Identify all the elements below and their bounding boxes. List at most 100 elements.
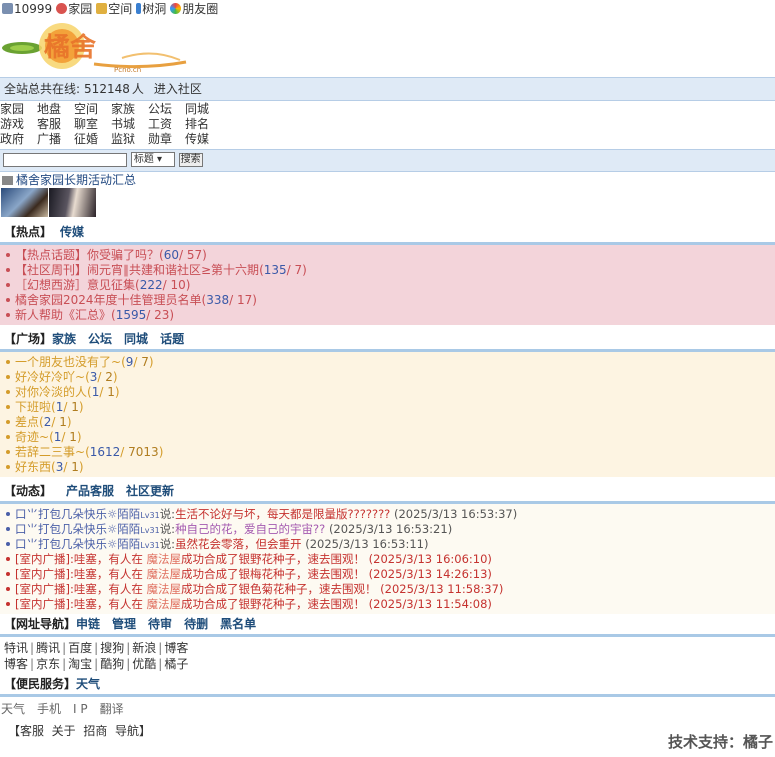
list-item[interactable]: 奇迹~(1/ 1)	[6, 430, 775, 445]
activity-link[interactable]: 橘舍家园长期活动汇总	[16, 173, 136, 187]
top-link-space[interactable]: 空间	[96, 2, 134, 16]
list-item[interactable]: 新人帮助《汇总》(1595/ 23)	[6, 308, 775, 323]
tab-service[interactable]: 【便民服务】	[4, 677, 76, 691]
service-link[interactable]: 天气	[1, 702, 25, 716]
nav-link[interactable]: 书城	[111, 117, 148, 132]
url-link[interactable]: 淘宝	[68, 657, 92, 671]
url-links: 特讯 | 腾讯 | 百度 | 搜狗 | 新浪 | 博客 博客 | 京东 | 淘宝 | 酷狗 | 优酷 | 橘子	[0, 640, 775, 672]
nav-link[interactable]: 家族	[111, 102, 148, 117]
tab-forum[interactable]: 公坛	[88, 332, 112, 346]
tab-product-service[interactable]: 产品客服	[66, 484, 114, 498]
url-link[interactable]: 优酷	[132, 657, 156, 671]
search-type-select[interactable]: 标题 ▾	[130, 152, 175, 167]
url-link[interactable]: 特讯	[4, 641, 28, 655]
enter-community-link[interactable]: 进入社区	[154, 82, 202, 96]
tab-media[interactable]: 传媒	[60, 225, 84, 239]
photo-thumbnails	[0, 188, 775, 218]
search-input[interactable]	[3, 153, 127, 167]
tab-community-update[interactable]: 社区更新	[126, 484, 174, 498]
url-link[interactable]: 酷狗	[100, 657, 124, 671]
divider	[0, 634, 775, 637]
service-link[interactable]: I P	[73, 702, 88, 716]
feed-post[interactable]: 口⺌打包几朵快乐☼陌陌Lv31说:种自己的花，爱自己的宇宙?? (2025/3/…	[6, 522, 775, 537]
list-item[interactable]: 好冷好冷吖~(3/ 2)	[6, 370, 775, 385]
home-icon	[56, 3, 68, 14]
tab-blacklist[interactable]: 黑名单	[220, 617, 256, 631]
url-link[interactable]: 新浪	[132, 641, 156, 655]
nav-link[interactable]: 传媒	[185, 132, 222, 147]
nav-link[interactable]: 广播	[37, 132, 74, 147]
nav-row: 家园 地盘 空间 家族 公坛 同城	[0, 102, 775, 117]
service-link[interactable]: 手机	[37, 702, 61, 716]
list-item[interactable]: 【热点话题】你受骗了吗？(60/ 57)	[6, 248, 775, 263]
tab-url-nav[interactable]: 【网址导航】	[4, 617, 76, 631]
top-link-treehole[interactable]: 树洞	[136, 2, 168, 16]
nav-link[interactable]: 同城	[185, 102, 222, 117]
broadcast-item[interactable]: [室内广播]:哇塞，有人在 魔法屋成功合成了银野花种子，速去围观！ (2025/…	[6, 552, 775, 567]
broadcast-item[interactable]: [室内广播]:哇塞，有人在 魔法屋成功合成了银野花种子，速去围观！ (2025/…	[6, 597, 775, 612]
tab-to-delete[interactable]: 待删	[184, 617, 208, 631]
url-link[interactable]: 百度	[68, 641, 92, 655]
online-status-bar: 全站总共在线: 512148 人进入社区	[0, 77, 775, 101]
list-item[interactable]: 一个朋友也没有了~(9/ 7)	[6, 355, 775, 370]
list-item[interactable]: 对你冷淡的人(1/ 1)	[6, 385, 775, 400]
broadcast-item[interactable]: [室内广播]:哇塞，有人在 魔法屋成功合成了银梅花种子，速去围观！ (2025/…	[6, 567, 775, 582]
list-item[interactable]: 下班啦(1/ 1)	[6, 400, 775, 415]
url-link[interactable]: 京东	[36, 657, 60, 671]
list-item[interactable]: 好东西(3/ 1)	[6, 460, 775, 475]
url-link[interactable]: 博客	[4, 657, 28, 671]
url-link[interactable]: 腾讯	[36, 641, 60, 655]
tab-city[interactable]: 同城	[124, 332, 148, 346]
nav-link[interactable]: 游戏	[0, 117, 37, 132]
list-item[interactable]: 若辞二三事~(1612/ 7013)	[6, 445, 775, 460]
nav-link[interactable]: 客服	[37, 117, 74, 132]
top-link-count[interactable]: 10999	[2, 2, 54, 16]
feed-post[interactable]: 口⺌打包几朵快乐☼陌陌Lv31说:虽然花会零落，但会重开 (2025/3/13 …	[6, 537, 775, 552]
url-link[interactable]: 博客	[164, 641, 188, 655]
footer-link[interactable]: 导航】	[115, 724, 151, 738]
photo-thumbnail[interactable]	[49, 188, 96, 217]
list-item[interactable]: 【社区周刊】闹元宵∥共建和谐社区≥第十六期(135/ 7)	[6, 263, 775, 278]
online-count: 512148	[84, 82, 130, 96]
tab-manage[interactable]: 管理	[112, 617, 136, 631]
photo-thumbnail[interactable]	[1, 188, 48, 217]
top-link-friends[interactable]: 朋友圈	[170, 2, 220, 16]
nav-link[interactable]: 监狱	[111, 132, 148, 147]
feed-post[interactable]: 口⺌打包几朵快乐☼陌陌Lv31说:生活不论好与坏，每天都是限量版??????? …	[6, 507, 775, 522]
list-item[interactable]: 差点(2/ 1)	[6, 415, 775, 430]
nav-link[interactable]: 排名	[185, 117, 222, 132]
top-bar: 10999 家园 空间 树洞 朋友圈	[0, 0, 775, 18]
nav-link[interactable]: 空间	[74, 102, 111, 117]
nav-link[interactable]: 地盘	[37, 102, 74, 117]
nav-link[interactable]: 征婚	[74, 132, 111, 147]
top-link-home[interactable]: 家园	[56, 2, 94, 16]
tab-hot[interactable]: 【热点】	[4, 225, 52, 239]
broadcast-item[interactable]: [室内广播]:哇塞，有人在 魔法屋成功合成了银色菊花种子，速去围观！ (2025…	[6, 582, 775, 597]
footer-link[interactable]: 【客服	[8, 724, 44, 738]
footer-link[interactable]: 关于	[52, 724, 76, 738]
service-link[interactable]: 翻译	[100, 702, 124, 716]
nav-link[interactable]: 工资	[148, 117, 185, 132]
site-logo[interactable]: 橘舍 Pcno.cn	[2, 18, 192, 76]
nav-link[interactable]: 勋章	[148, 132, 185, 147]
list-item[interactable]: 橘舍家园2024年度十佳管理员名单(338/ 17)	[6, 293, 775, 308]
tab-family[interactable]: 家族	[52, 332, 76, 346]
tab-pending[interactable]: 待审	[148, 617, 172, 631]
tab-dynamics[interactable]: 【动态】	[4, 484, 52, 498]
tab-plaza[interactable]: 【广场】	[4, 332, 52, 346]
tab-weather[interactable]: 天气	[76, 677, 100, 691]
tab-topic[interactable]: 话题	[160, 332, 184, 346]
footer-link[interactable]: 招商	[83, 724, 107, 738]
nav-link[interactable]: 公坛	[148, 102, 185, 117]
activity-announcement[interactable]: 橘舍家园长期活动汇总	[0, 172, 775, 188]
url-link[interactable]: 搜狗	[100, 641, 124, 655]
nav-link[interactable]: 政府	[0, 132, 37, 147]
feather-icon	[136, 3, 142, 14]
url-link[interactable]: 橘子	[164, 657, 188, 671]
list-item[interactable]: ［幻想西游］意见征集(222/ 10)	[6, 278, 775, 293]
nav-row: 游戏 客服 聊室 书城 工资 排名	[0, 117, 775, 132]
nav-link[interactable]: 家园	[0, 102, 37, 117]
tab-apply-link[interactable]: 申链	[76, 617, 100, 631]
nav-link[interactable]: 聊室	[74, 117, 111, 132]
search-button[interactable]: 搜索	[178, 153, 203, 167]
